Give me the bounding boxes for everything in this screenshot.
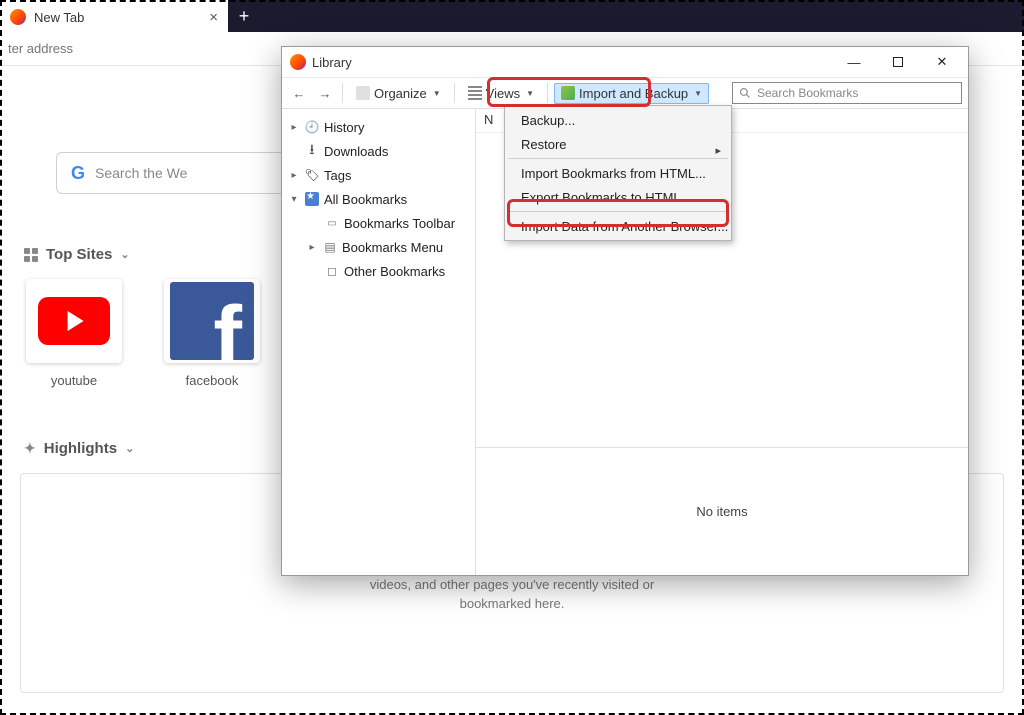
library-title: Library xyxy=(312,55,352,70)
import-backup-button[interactable]: Import and Backup ▼ xyxy=(554,83,709,104)
tile-facebook[interactable]: f facebook xyxy=(164,279,260,388)
tree-tags[interactable]: ▸Tags xyxy=(282,163,475,187)
tree-downloads[interactable]: Downloads xyxy=(282,139,475,163)
tree-bookmarks-menu[interactable]: ▸Bookmarks Menu xyxy=(282,235,475,259)
library-tree: ▸History Downloads ▸Tags ▾All Bookmarks … xyxy=(282,109,476,575)
organize-label: Organize xyxy=(374,86,427,101)
library-window: Library — ✕ ← → Organize ▼ Views ▼ Impor… xyxy=(281,46,969,576)
menu-separator xyxy=(508,211,728,212)
tree-bookmarks-toolbar[interactable]: Bookmarks Toolbar xyxy=(282,211,475,235)
library-titlebar[interactable]: Library — ✕ xyxy=(282,47,968,77)
menu-restore[interactable]: Restore xyxy=(507,132,729,156)
menu-label: Import Data from Another Browser... xyxy=(521,219,728,234)
menu-label: Export Bookmarks to HTML... xyxy=(521,190,692,205)
grid-icon xyxy=(24,248,38,262)
firefox-icon xyxy=(290,54,306,70)
chevron-down-icon: ⌄ xyxy=(125,442,134,455)
download-icon xyxy=(304,143,320,159)
tile-label: facebook xyxy=(186,373,239,388)
tree-label: All Bookmarks xyxy=(324,192,407,207)
separator xyxy=(454,83,455,103)
tile-youtube[interactable]: youtube xyxy=(26,279,122,388)
tree-history[interactable]: ▸History xyxy=(282,115,475,139)
search-placeholder: Search the We xyxy=(95,165,187,181)
highlights-label: Highlights xyxy=(44,440,117,457)
import-backup-label: Import and Backup xyxy=(579,86,688,101)
tree-label: Downloads xyxy=(324,144,388,159)
chevron-down-icon: ▼ xyxy=(526,89,534,98)
search-box[interactable]: G Search the We xyxy=(56,152,296,194)
separator xyxy=(342,83,343,103)
tag-icon xyxy=(304,167,320,183)
window-controls: — ✕ xyxy=(832,48,964,76)
tree-other-bookmarks[interactable]: Other Bookmarks xyxy=(282,259,475,283)
chevron-down-icon: ▼ xyxy=(694,89,702,98)
views-button[interactable]: Views ▼ xyxy=(461,83,541,104)
detail-info-panel: No items xyxy=(476,447,968,575)
library-search[interactable]: Search Bookmarks xyxy=(732,82,962,104)
menu-import-browser[interactable]: Import Data from Another Browser... xyxy=(507,214,729,238)
folder-icon xyxy=(324,215,340,231)
browser-tab[interactable]: New Tab × xyxy=(0,0,228,32)
youtube-icon xyxy=(38,297,110,345)
search-placeholder: Search Bookmarks xyxy=(757,86,858,100)
no-items-label: No items xyxy=(696,504,747,519)
organize-icon xyxy=(356,86,370,100)
views-icon xyxy=(468,86,482,100)
menu-icon xyxy=(322,239,338,255)
tab-title: New Tab xyxy=(34,10,84,25)
tile-label: youtube xyxy=(51,373,97,388)
tab-strip: New Tab × + xyxy=(0,0,1024,32)
views-label: Views xyxy=(486,86,520,101)
tree-label: Bookmarks Menu xyxy=(342,240,443,255)
chevron-down-icon: ⌄ xyxy=(120,248,129,261)
clock-icon xyxy=(304,119,320,135)
menu-export-html[interactable]: Export Bookmarks to HTML... xyxy=(507,185,729,209)
separator xyxy=(547,83,548,103)
folder-icon xyxy=(324,263,340,279)
tree-label: Other Bookmarks xyxy=(344,264,445,279)
organize-button[interactable]: Organize ▼ xyxy=(349,83,448,104)
forward-button[interactable]: → xyxy=(314,82,336,104)
menu-import-html[interactable]: Import Bookmarks from HTML... xyxy=(507,161,729,185)
google-logo-icon: G xyxy=(71,163,85,184)
tree-label: Tags xyxy=(324,168,351,183)
top-sites-label: Top Sites xyxy=(46,246,112,263)
menu-label: Restore xyxy=(521,137,567,152)
tree-label: Bookmarks Toolbar xyxy=(344,216,455,231)
import-icon xyxy=(561,86,575,100)
facebook-icon: f xyxy=(170,282,254,360)
menu-separator xyxy=(508,158,728,159)
minimize-button[interactable]: — xyxy=(832,48,876,76)
firefox-icon xyxy=(10,9,26,25)
search-icon xyxy=(739,87,751,99)
tree-label: History xyxy=(324,120,364,135)
chevron-down-icon: ▼ xyxy=(433,89,441,98)
import-backup-menu: Backup... Restore Import Bookmarks from … xyxy=(504,105,732,241)
new-tab-button[interactable]: + xyxy=(228,0,260,32)
tree-all-bookmarks[interactable]: ▾All Bookmarks xyxy=(282,187,475,211)
menu-label: Backup... xyxy=(521,113,575,128)
maximize-button[interactable] xyxy=(876,48,920,76)
menu-backup[interactable]: Backup... xyxy=(507,108,729,132)
sparkle-icon: ✦ xyxy=(24,440,36,457)
close-tab-icon[interactable]: × xyxy=(209,9,218,26)
menu-label: Import Bookmarks from HTML... xyxy=(521,166,706,181)
close-button[interactable]: ✕ xyxy=(920,48,964,76)
star-icon xyxy=(304,191,320,207)
back-button[interactable]: ← xyxy=(288,82,310,104)
